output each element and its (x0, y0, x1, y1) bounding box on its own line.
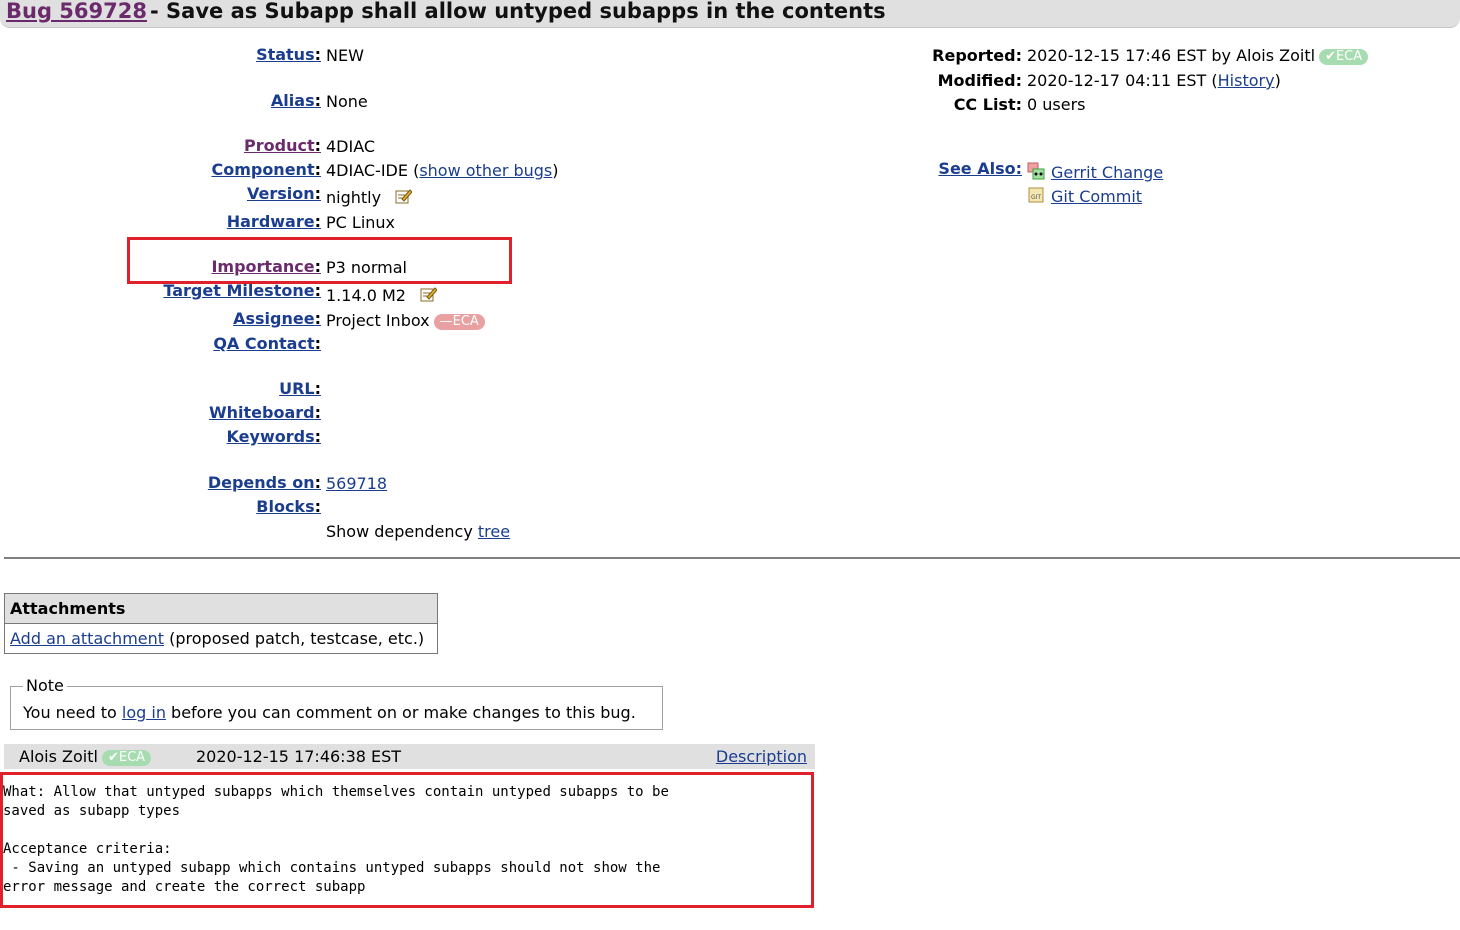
gerrit-icon (1027, 162, 1045, 180)
status-value: NEW (326, 46, 364, 65)
login-note: Note You need to log in before you can c… (10, 677, 663, 730)
component-label[interactable]: Component: (211, 160, 321, 179)
url-label[interactable]: URL: (279, 379, 321, 398)
hardware-label[interactable]: Hardware: (227, 212, 321, 231)
version-value: nightly (326, 188, 413, 207)
see-also-label[interactable]: See Also: (938, 159, 1022, 178)
git-icon: GIT (1028, 187, 1044, 203)
note-text: You need to log in before you can commen… (23, 703, 636, 722)
assignee-label[interactable]: Assignee: (233, 309, 321, 328)
assignee-value: Project Inbox —ECA (326, 311, 485, 330)
depends-on-link[interactable]: 569718 (326, 474, 387, 493)
log-in-link[interactable]: log in (122, 703, 166, 722)
eca-badge: ✔ECA (101, 750, 152, 766)
cc-list-value: 0 users (1027, 95, 1086, 114)
comment-author: Alois Zoitl ✔ECA (19, 744, 152, 769)
bug-header: Bug 569728 - Save as Subapp shall allow … (0, 0, 1460, 28)
status-label[interactable]: Status: (256, 45, 321, 64)
whiteboard-label[interactable]: Whiteboard: (209, 403, 321, 422)
product-value: 4DIAC (326, 137, 376, 156)
cc-list-label: CC List: (953, 95, 1022, 114)
importance-label[interactable]: Importance: (211, 257, 321, 276)
comment-text: What: Allow that untyped subapps which t… (3, 784, 669, 895)
add-attachment-link[interactable]: Add an attachment (10, 629, 164, 648)
note-legend: Note (23, 677, 67, 695)
show-dependency: Show dependency tree (326, 522, 511, 541)
bug-title: - Save as Subapp shall allow untyped sub… (150, 0, 886, 23)
hardware-value: PC Linux (326, 213, 396, 232)
modified-value: 2020-12-17 04:11 EST (History) (1027, 71, 1281, 90)
edit-icon[interactable] (420, 286, 437, 302)
reported-label: Reported: (932, 46, 1022, 65)
alias-value: None (326, 92, 368, 111)
gerrit-change-entry: Gerrit Change (1027, 162, 1163, 182)
section-divider (4, 557, 1460, 559)
comment-timestamp: 2020-12-15 17:46:38 EST (196, 747, 402, 766)
modified-label: Modified: (937, 71, 1022, 90)
history-link[interactable]: History (1218, 71, 1275, 90)
component-value: 4DIAC-IDE (show other bugs) (326, 161, 559, 180)
svg-text:GIT: GIT (1031, 194, 1041, 201)
product-label[interactable]: Product: (244, 136, 321, 155)
depends-on-label[interactable]: Depends on: (208, 473, 321, 492)
importance-value: P3 normal (326, 258, 407, 277)
description-link[interactable]: Description (716, 744, 807, 769)
git-commit-entry: GIT Git Commit (1027, 186, 1142, 206)
gerrit-change-link[interactable]: Gerrit Change (1051, 163, 1163, 182)
eca-badge: ✔ECA (1319, 49, 1369, 65)
qa-contact-label[interactable]: QA Contact: (213, 334, 321, 353)
target-milestone-label[interactable]: Target Milestone: (163, 281, 321, 300)
version-label[interactable]: Version: (247, 184, 321, 203)
reported-value: 2020-12-15 17:46 EST by Alois Zoitl ✔ECA (1027, 46, 1369, 65)
alias-label[interactable]: Alias: (271, 91, 321, 110)
show-other-bugs-link[interactable]: show other bugs (419, 161, 552, 180)
attachments-table: Attachments Add an attachment (proposed … (4, 593, 438, 654)
attachments-row: Add an attachment (proposed patch, testc… (10, 629, 425, 648)
blocks-label[interactable]: Blocks: (256, 497, 321, 516)
bug-id-link[interactable]: Bug 569728 (6, 0, 147, 23)
edit-icon[interactable] (395, 188, 413, 204)
dependency-tree-link[interactable]: tree (478, 522, 510, 541)
git-commit-link[interactable]: Git Commit (1051, 187, 1142, 206)
eca-missing-badge: —ECA (433, 314, 485, 330)
comment-header: Alois Zoitl ✔ECA 2020-12-15 17:46:38 EST … (4, 744, 815, 769)
attachments-heading: Attachments (5, 594, 437, 624)
target-milestone-value: 1.14.0 M2 (326, 286, 437, 305)
keywords-label[interactable]: Keywords: (227, 427, 321, 446)
